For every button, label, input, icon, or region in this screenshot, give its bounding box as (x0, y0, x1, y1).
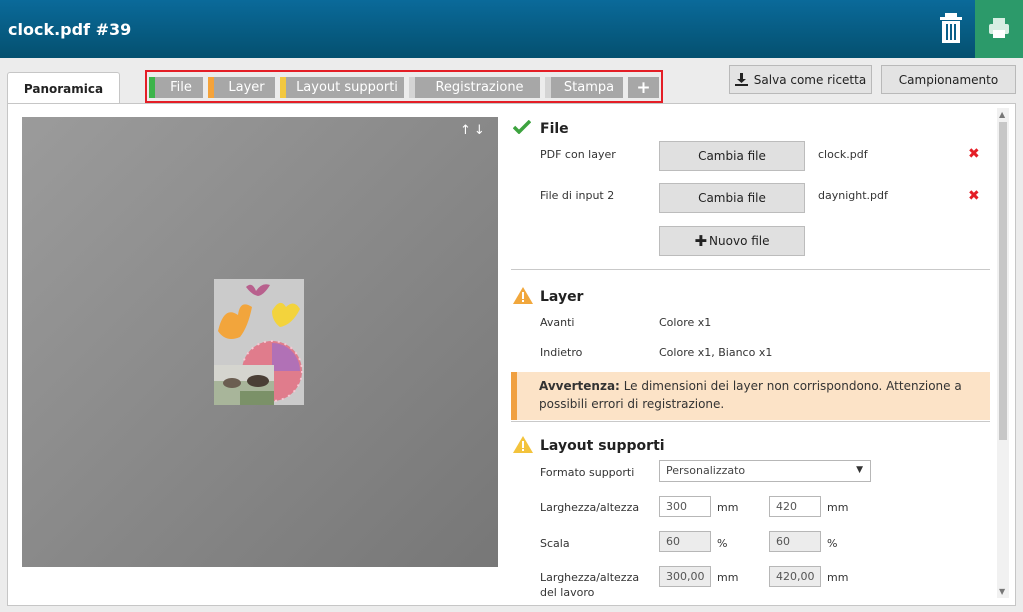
media-format-label: Formato supporti (540, 466, 635, 479)
work-size-label-1: Larghezza/altezza (540, 571, 640, 584)
scroll-down-icon[interactable]: ▼ (999, 587, 1005, 596)
print-button[interactable] (975, 0, 1023, 58)
width-input[interactable]: 300 (659, 496, 711, 517)
save-recipe-button[interactable]: Salva come ricetta (729, 65, 872, 94)
layer-back-label: Indietro (540, 346, 583, 359)
layer-warning-box: Avvertenza: Le dimensioni dei layer non … (511, 372, 990, 420)
scale-height-input[interactable]: 60 (769, 531, 821, 552)
warning-icon (513, 287, 533, 304)
step-status-mark (208, 77, 214, 98)
file-section-title: File (540, 121, 569, 137)
change-file-button-2[interactable]: Cambia file (659, 183, 805, 213)
layer-section-title: Layer (540, 289, 584, 305)
flip-arrows-icon[interactable]: ↑↓ (460, 123, 488, 138)
input-file-2-label: File di input 2 (540, 189, 615, 202)
add-step-button[interactable]: + (628, 77, 659, 98)
tab-registrazione[interactable]: Registrazione (409, 77, 540, 98)
title-bar: clock.pdf #39 (0, 0, 1023, 58)
section-divider (511, 269, 990, 270)
step-status-mark (409, 77, 415, 98)
scale-height-unit: % (827, 537, 838, 550)
download-icon (734, 73, 748, 86)
vertical-scrollbar[interactable]: ▲ ▼ (997, 108, 1009, 598)
chevron-down-icon: ▼ (856, 465, 863, 475)
change-file-button-1[interactable]: Cambia file (659, 141, 805, 171)
height-input[interactable]: 420 (769, 496, 821, 517)
tab-layout-supporti[interactable]: Layout supporti (280, 77, 404, 98)
tab-layer-label: Layer (228, 80, 265, 95)
checkmark-icon (513, 120, 531, 134)
tab-panoramica[interactable]: Panoramica (7, 72, 120, 105)
butterfly-clock-artwork (214, 279, 304, 405)
step-status-mark (280, 77, 286, 98)
step-status-mark (545, 77, 551, 98)
work-height-unit: mm (827, 571, 849, 584)
tab-layer[interactable]: Layer (208, 77, 275, 98)
remove-file-1-icon[interactable]: ✖ (968, 146, 980, 162)
work-height-input[interactable]: 420,00 (769, 566, 821, 587)
warning-icon (513, 436, 533, 453)
preview-thumbnail (214, 279, 304, 405)
size-label: Larghezza/altezza (540, 501, 640, 514)
media-format-value: Personalizzato (666, 464, 746, 477)
sampling-button[interactable]: Campionamento (881, 65, 1016, 94)
tab-stampa[interactable]: Stampa (545, 77, 623, 98)
step-status-mark (149, 77, 155, 98)
work-width-input[interactable]: 300,00 (659, 566, 711, 587)
work-size-label-2: del lavoro (540, 586, 595, 599)
width-unit: mm (717, 501, 739, 514)
new-file-button[interactable]: ✚ Nuovo file (659, 226, 805, 256)
tab-file[interactable]: File (149, 77, 203, 98)
scroll-up-icon[interactable]: ▲ (999, 110, 1005, 119)
layout-section-title: Layout supporti (540, 438, 665, 454)
layer-front-value: Colore x1 (659, 316, 712, 329)
layer-back-value: Colore x1, Bianco x1 (659, 346, 773, 359)
tab-layout-supporti-label: Layout supporti (296, 80, 398, 95)
plus-icon: ✚ (694, 232, 708, 250)
tab-registrazione-label: Registrazione (435, 80, 524, 95)
scale-width-unit: % (717, 537, 728, 550)
media-format-select[interactable]: Personalizzato ▼ (659, 460, 871, 482)
trash-icon[interactable] (936, 10, 966, 46)
pdf-layer-label: PDF con layer (540, 148, 616, 161)
workflow-steps: File Layer Layout supporti Registrazione… (145, 70, 663, 103)
filename-1: clock.pdf (818, 148, 868, 161)
layer-front-label: Avanti (540, 316, 575, 329)
section-divider (511, 421, 990, 422)
scale-label: Scala (540, 537, 570, 550)
window-title: clock.pdf #39 (8, 20, 132, 39)
scale-width-input[interactable]: 60 (659, 531, 711, 552)
filename-2: daynight.pdf (818, 189, 888, 202)
scrollbar-thumb[interactable] (999, 122, 1007, 440)
tab-stampa-label: Stampa (563, 80, 615, 95)
work-width-unit: mm (717, 571, 739, 584)
warning-prefix: Avvertenza: (539, 379, 620, 393)
printer-icon (989, 18, 1009, 38)
remove-file-2-icon[interactable]: ✖ (968, 188, 980, 204)
tab-file-label: File (170, 80, 192, 95)
save-recipe-label: Salva come ricetta (753, 72, 867, 87)
height-unit: mm (827, 501, 849, 514)
new-file-label: Nuovo file (709, 234, 770, 248)
